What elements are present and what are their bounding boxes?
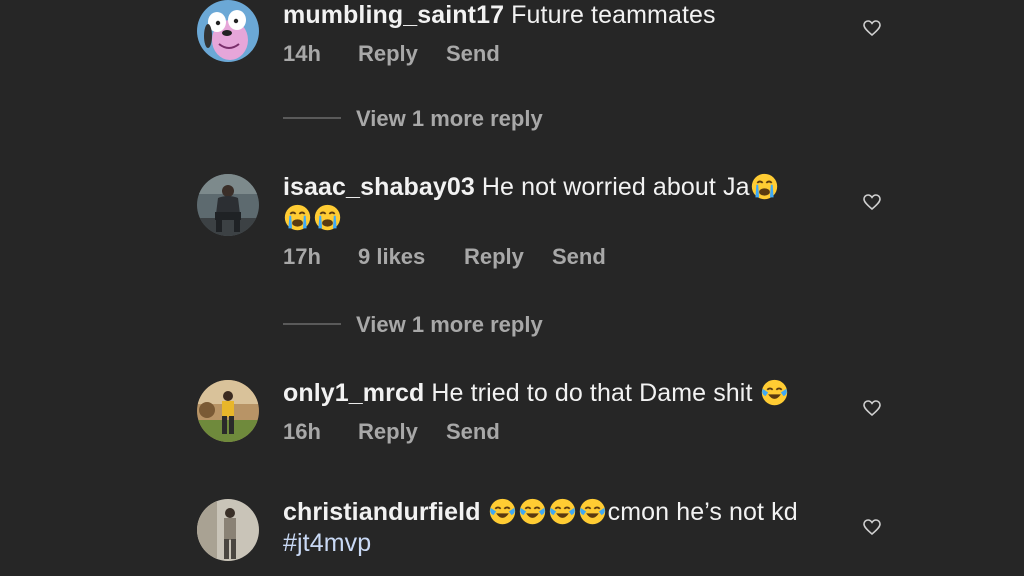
cartoon-dog-avatar-icon [197,0,259,62]
loudly-crying-face-icon [313,203,342,232]
like-heart-icon[interactable] [862,19,882,37]
like-heart-icon[interactable] [862,518,882,536]
comment-body: cmon he’s not kd [607,498,798,526]
comment-text: christiandurfield cmon he’s not kd #jt4m… [283,497,823,559]
comment-body: Future teammates [511,1,716,29]
avatar[interactable] [197,174,259,236]
comment-text: mumbling_saint17 Future teammates [283,0,823,31]
comment-time: 14h [283,41,321,66]
view-more-replies[interactable]: View 1 more reply [283,106,543,136]
face-with-tears-of-joy-icon [518,497,547,526]
hashtag-link[interactable]: #jt4mvp [283,529,371,557]
comment-body: He tried to do that Dame shit [431,379,753,407]
comment-meta: 14h Reply Send [283,41,823,67]
comment-time: 16h [283,419,321,444]
comment-text: isaac_shabay03 He not worried about Ja [283,172,823,234]
comment-username[interactable]: isaac_shabay03 [283,173,475,201]
reply-button[interactable]: Reply [358,419,446,445]
face-with-tears-of-joy-icon [548,497,577,526]
view-more-label: View 1 more reply [356,312,543,337]
reply-button[interactable]: Reply [464,244,552,270]
face-with-tears-of-joy-icon [578,497,607,526]
avatar[interactable] [197,499,259,561]
send-button[interactable]: Send [552,244,606,270]
comment-username[interactable]: mumbling_saint17 [283,1,504,29]
view-more-replies[interactable]: View 1 more reply [283,312,543,342]
comment-username[interactable]: only1_mrcd [283,379,424,407]
divider-line [283,117,341,119]
divider-line [283,323,341,325]
send-button[interactable]: Send [446,41,500,67]
comment-body: He not worried about Ja [481,173,750,201]
face-with-tears-of-joy-icon [760,378,789,407]
comment-text: only1_mrcd He tried to do that Dame shit [283,378,823,409]
avatar[interactable] [197,380,259,442]
loudly-crying-face-icon [750,172,779,201]
like-heart-icon[interactable] [862,193,882,211]
like-heart-icon[interactable] [862,399,882,417]
avatar[interactable] [197,0,259,62]
person-sitting-photo-icon [197,174,259,236]
loudly-crying-face-icon [283,203,312,232]
comment-meta: 17h 9 likes Reply Send [283,244,823,270]
face-with-tears-of-joy-icon [488,497,517,526]
comment-username[interactable]: christiandurfield [283,498,481,526]
send-button[interactable]: Send [446,419,500,445]
comment-likes[interactable]: 9 likes [358,244,464,270]
reply-button[interactable]: Reply [358,41,446,67]
view-more-label: View 1 more reply [356,106,543,131]
comment-meta: 16h Reply Send [283,419,823,445]
person-mirror-photo-icon [197,499,259,561]
comment-time: 17h [283,244,321,269]
person-standing-photo-icon [197,380,259,442]
